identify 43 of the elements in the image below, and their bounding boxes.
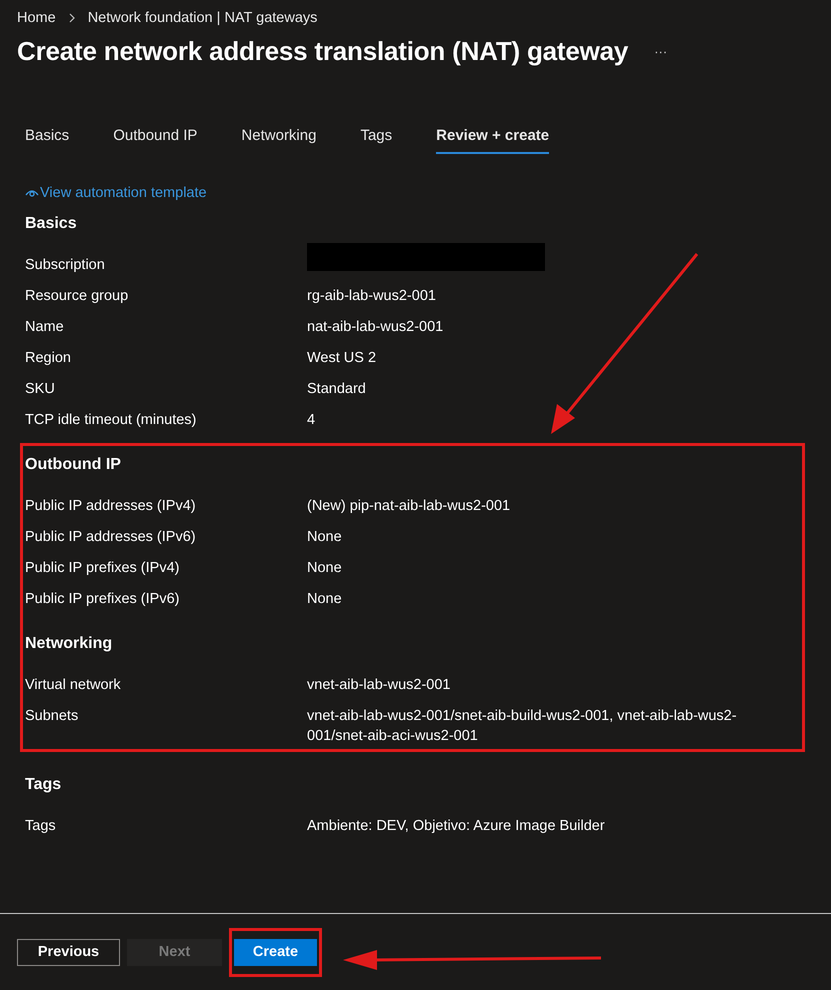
- tab[interactable]: Networking: [241, 127, 316, 154]
- field-value: None: [307, 559, 343, 578]
- field-label: Public IP addresses (IPv4): [25, 498, 197, 514]
- section-heading: Basics: [25, 215, 78, 233]
- tab[interactable]: Basics: [25, 127, 70, 154]
- field-value: West US 2: [307, 349, 378, 368]
- section-heading: Networking: [25, 635, 114, 653]
- field-label: Virtual network: [25, 677, 122, 693]
- field-value: 4: [307, 411, 316, 430]
- breadcrumb-link[interactable]: Home: [17, 10, 56, 26]
- create-button[interactable]: Create: [234, 938, 317, 966]
- tab[interactable]: Tags: [360, 127, 392, 154]
- tab[interactable]: Review + create: [436, 127, 550, 154]
- nav-button[interactable]: Previous: [17, 938, 120, 966]
- field-label: Public IP prefixes (IPv6): [25, 591, 180, 607]
- tab[interactable]: Outbound IP: [113, 127, 198, 154]
- section-heading: Outbound IP: [25, 456, 122, 474]
- eye-icon: [25, 188, 39, 198]
- field-label: Subnets: [25, 708, 80, 724]
- field-label: SKU: [25, 381, 56, 397]
- chevron-icon: [68, 13, 76, 23]
- field-label: Public IP prefixes (IPv4): [25, 560, 180, 576]
- field-label: Public IP addresses (IPv6): [25, 529, 197, 545]
- field-value: None: [307, 590, 343, 609]
- field-label: TCP idle timeout (minutes): [25, 412, 198, 428]
- field-label: Subscription: [25, 257, 106, 273]
- breadcrumb-link[interactable]: Network foundation | NAT gateways: [88, 10, 318, 26]
- field-value: vnet-aib-lab-wus2-001/snet-aib-build-wus2-001, vnet-aib-lab-wus2-001/snet-aib-aci-wus2-001: [307, 707, 738, 746]
- field-value: vnet-aib-lab-wus2-001: [307, 676, 452, 695]
- field-label: Name: [25, 319, 65, 335]
- page-title: Create network address translation (NAT) gateway: [17, 36, 628, 67]
- field-value: nat-aib-lab-wus2-001: [307, 318, 444, 337]
- section-heading: Tags: [25, 776, 62, 794]
- field-value: None: [307, 528, 343, 547]
- field-value: (New) pip-nat-aib-lab-wus2-001: [307, 497, 512, 516]
- field-label: Resource group: [25, 288, 130, 304]
- field-label: Region: [25, 350, 72, 366]
- field-value: rg-aib-lab-wus2-001: [307, 287, 437, 306]
- field-value: Ambiente: DEV, Objetivo: Azure Image Builder: [307, 817, 606, 836]
- automation-template-link[interactable]: View automation template: [25, 185, 207, 201]
- field-value: Standard: [307, 380, 367, 399]
- field-label: Tags: [25, 818, 57, 834]
- more-button[interactable]: ···: [654, 44, 668, 59]
